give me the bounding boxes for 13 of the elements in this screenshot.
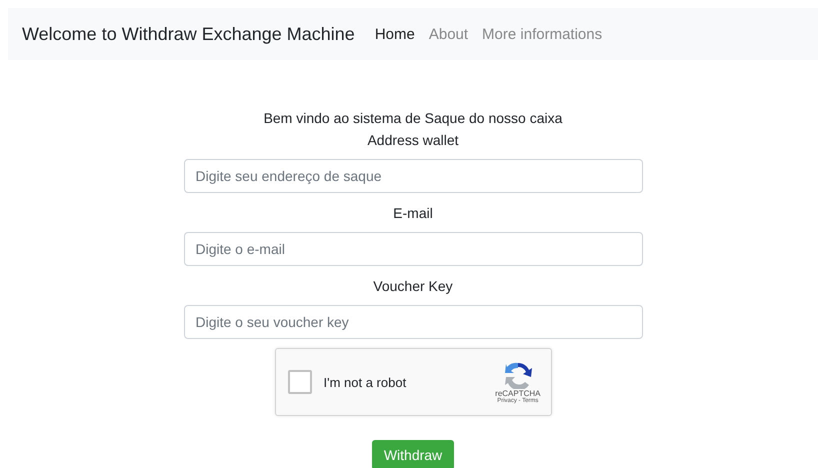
field-label: Voucher Key [373, 277, 453, 296]
field-label: Address wallet [367, 131, 459, 150]
input-field[interactable]: Digite o seu voucher key [184, 305, 642, 339]
captcha-brand: reCAPTCHA [495, 388, 540, 398]
site-title[interactable]: Welcome to Withdraw Exchange Machine [22, 24, 355, 44]
input-field[interactable]: Digite seu endereço de saque [184, 159, 642, 193]
intro-text: Bem vindo ao sistema de Saque do nosso caixa [264, 109, 562, 128]
nav-link[interactable]: Home [374, 26, 415, 42]
captcha-label: I'm not a robot [324, 374, 408, 390]
arrows-icon [502, 360, 533, 388]
field-label: E-mail [393, 204, 433, 223]
input-field[interactable]: Digite o e-mail [184, 232, 642, 266]
checkbox[interactable] [288, 370, 312, 394]
